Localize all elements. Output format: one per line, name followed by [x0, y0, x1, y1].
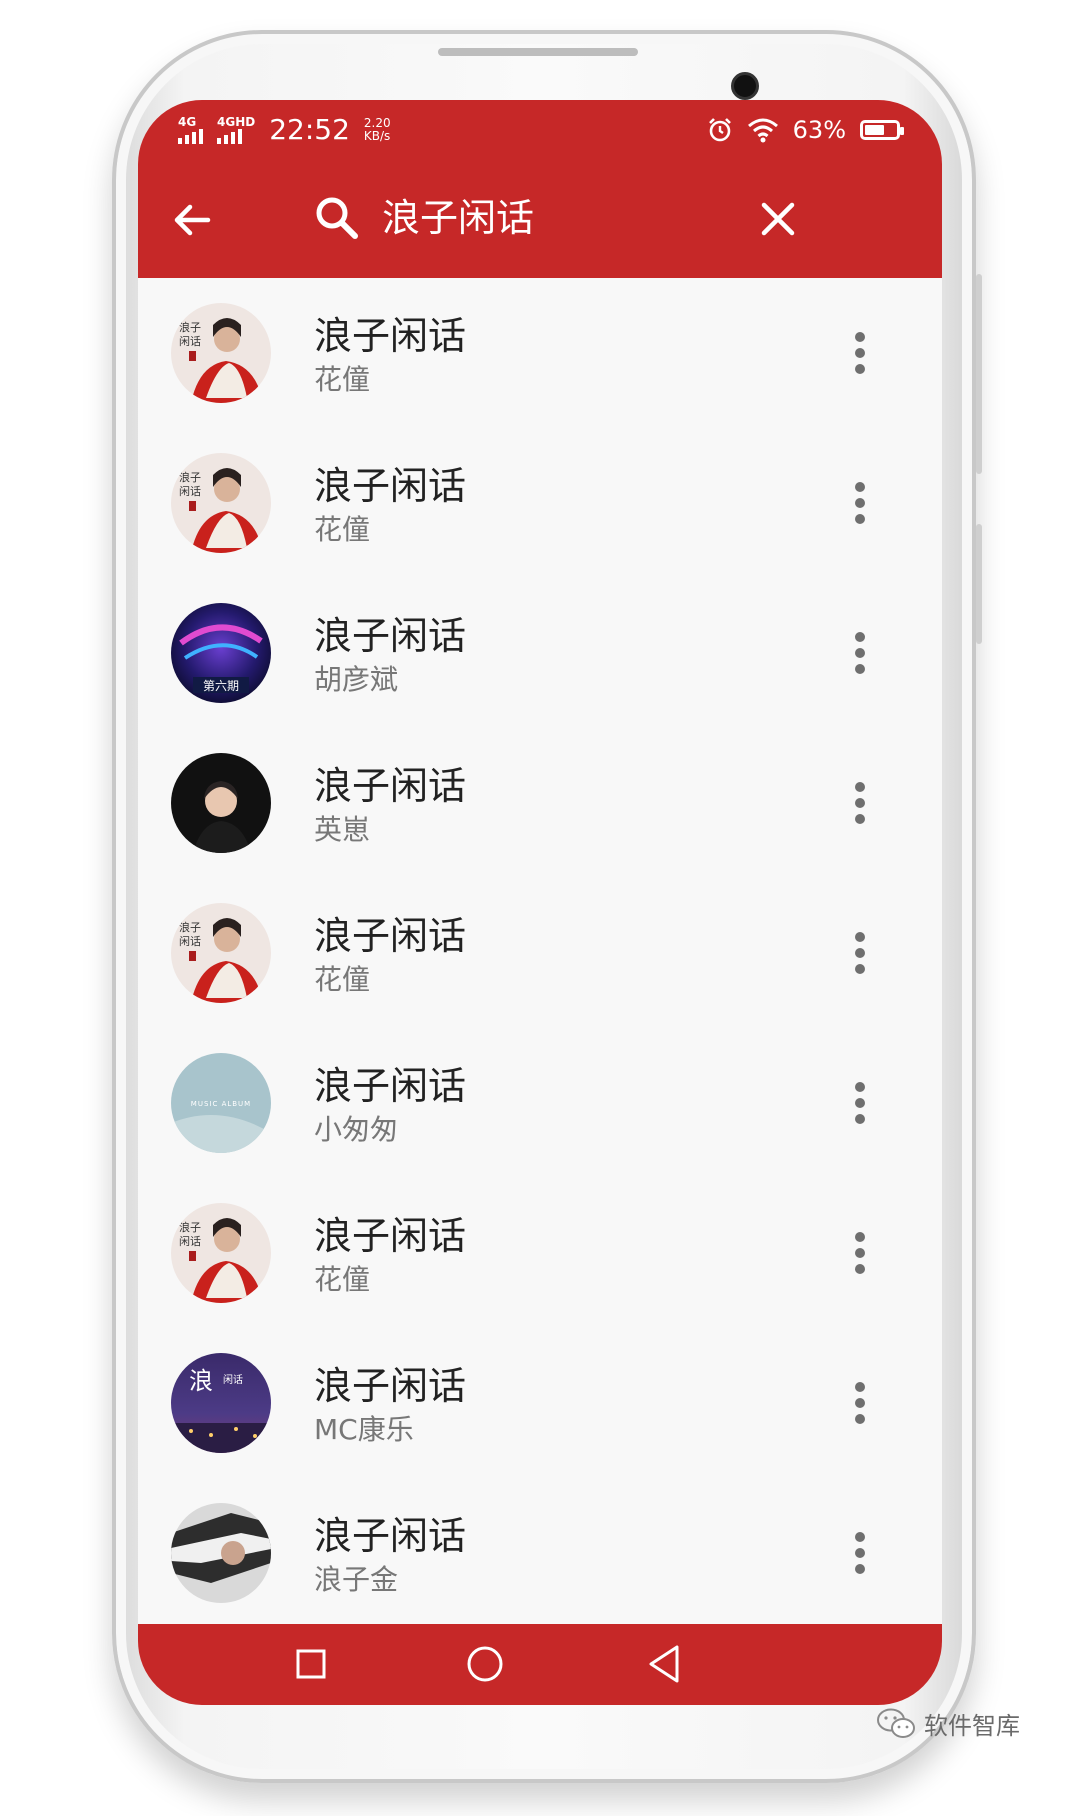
power-button [976, 524, 982, 644]
battery-icon [860, 120, 904, 140]
song-artist: 花僮 [314, 513, 371, 546]
song-row[interactable]: 浪子 闲话 浪子闲话 花僮 [138, 1178, 942, 1328]
song-title: 浪子闲话 [314, 1214, 467, 1258]
song-title: 浪子闲话 [314, 1064, 467, 1108]
more-options-icon[interactable] [842, 773, 878, 833]
song-row[interactable]: 浪子 闲话 浪子闲话 花僮 [138, 878, 942, 1028]
song-title: 浪子闲话 [314, 1514, 467, 1558]
song-title: 浪子闲话 [314, 1364, 467, 1408]
search-results-list[interactable]: 浪子 闲话 浪子闲话 花僮 浪子 闲话 浪子闲话 花僮 第六期 浪子闲话 胡彦斌… [138, 278, 942, 1624]
song-row[interactable]: 浪子闲话 浪子金 [138, 1478, 942, 1624]
cellular-signal-2: 4GHD [217, 116, 255, 144]
album-cover: 第六期 [171, 603, 271, 703]
more-options-icon[interactable] [842, 1523, 878, 1583]
song-title: 浪子闲话 [314, 914, 467, 958]
signal-bars-icon [178, 128, 203, 144]
svg-text:闲话: 闲话 [223, 1373, 243, 1386]
wifi-icon [747, 118, 778, 143]
svg-text:浪子: 浪子 [179, 1220, 201, 1234]
more-options-icon[interactable] [842, 323, 878, 383]
signal-bars-icon [217, 128, 242, 144]
song-artist: 胡彦斌 [314, 663, 399, 696]
svg-text:浪子: 浪子 [179, 320, 201, 334]
song-row[interactable]: 浪子闲话 英崽 [138, 728, 942, 878]
song-artist: 英崽 [314, 813, 371, 846]
volume-button [976, 274, 982, 474]
svg-text:闲话: 闲话 [179, 1234, 201, 1248]
song-title: 浪子闲话 [314, 614, 467, 658]
search-app-bar: 浪子闲话 [138, 160, 942, 278]
alarm-icon [708, 118, 731, 142]
clear-search-button[interactable] [750, 191, 806, 247]
back-triangle-icon[interactable] [635, 1634, 695, 1694]
status-bar: 4G 4GHD 22:52 2.20 KB/s 63% [138, 100, 942, 160]
clock: 22:52 [269, 113, 350, 146]
song-row[interactable]: 浪子 闲话 浪子闲话 花僮 [138, 428, 942, 578]
svg-text:第六期: 第六期 [203, 679, 239, 693]
watermark: 软件智库 [876, 1706, 1020, 1741]
svg-text:浪子: 浪子 [179, 920, 201, 934]
song-artist: 小匆匆 [314, 1113, 399, 1146]
svg-text:闲话: 闲话 [179, 934, 201, 948]
phone-screen: 4G 4GHD 22:52 2.20 KB/s 63% 浪子闲话 浪子 闲话 浪… [138, 100, 942, 1705]
album-cover [171, 1503, 271, 1603]
battery-percentage: 63% [792, 116, 846, 144]
song-title: 浪子闲话 [314, 764, 467, 808]
svg-text:MUSIC ALBUM: MUSIC ALBUM [191, 1100, 251, 1108]
more-options-icon[interactable] [842, 473, 878, 533]
more-options-icon[interactable] [842, 623, 878, 683]
wechat-icon [877, 1708, 915, 1738]
battery-level [865, 125, 884, 135]
front-camera [731, 72, 759, 100]
album-cover: 浪子 闲话 [171, 903, 271, 1003]
album-cover: 浪子 闲话 [171, 1203, 271, 1303]
recents-square-icon[interactable] [281, 1634, 341, 1694]
search-input[interactable]: 浪子闲话 [382, 188, 534, 248]
album-cover: 浪 闲话 [171, 1353, 271, 1453]
earpiece-speaker [438, 48, 638, 56]
home-circle-icon[interactable] [455, 1634, 515, 1694]
song-row[interactable]: 第六期 浪子闲话 胡彦斌 [138, 578, 942, 728]
svg-text:浪子: 浪子 [179, 470, 201, 484]
album-cover: MUSIC ALBUM [171, 1053, 271, 1153]
more-options-icon[interactable] [842, 1373, 878, 1433]
back-arrow-button[interactable] [162, 190, 222, 250]
song-artist: 浪子金 [314, 1563, 399, 1596]
system-navigation-bar [138, 1624, 942, 1705]
album-cover: 浪子 闲话 [171, 303, 271, 403]
more-options-icon[interactable] [842, 1223, 878, 1283]
search-icon [316, 197, 358, 239]
album-cover: 浪子 闲话 [171, 453, 271, 553]
song-row[interactable]: 浪子 闲话 浪子闲话 花僮 [138, 278, 942, 428]
svg-text:浪: 浪 [189, 1367, 213, 1395]
more-options-icon[interactable] [842, 1073, 878, 1133]
song-artist: 花僮 [314, 1263, 371, 1296]
song-row[interactable]: MUSIC ALBUM 浪子闲话 小匆匆 [138, 1028, 942, 1178]
svg-text:闲话: 闲话 [179, 334, 201, 348]
more-options-icon[interactable] [842, 923, 878, 983]
network-speed: 2.20 KB/s [363, 116, 391, 143]
cellular-signal-1: 4G [178, 116, 203, 144]
song-artist: 花僮 [314, 363, 371, 396]
song-row[interactable]: 浪 闲话 浪子闲话 MC康乐 [138, 1328, 942, 1478]
song-artist: 花僮 [314, 963, 371, 996]
song-title: 浪子闲话 [314, 464, 467, 508]
song-artist: MC康乐 [314, 1413, 414, 1446]
svg-text:闲话: 闲话 [179, 484, 201, 498]
album-cover [171, 753, 271, 853]
song-title: 浪子闲话 [314, 314, 467, 358]
